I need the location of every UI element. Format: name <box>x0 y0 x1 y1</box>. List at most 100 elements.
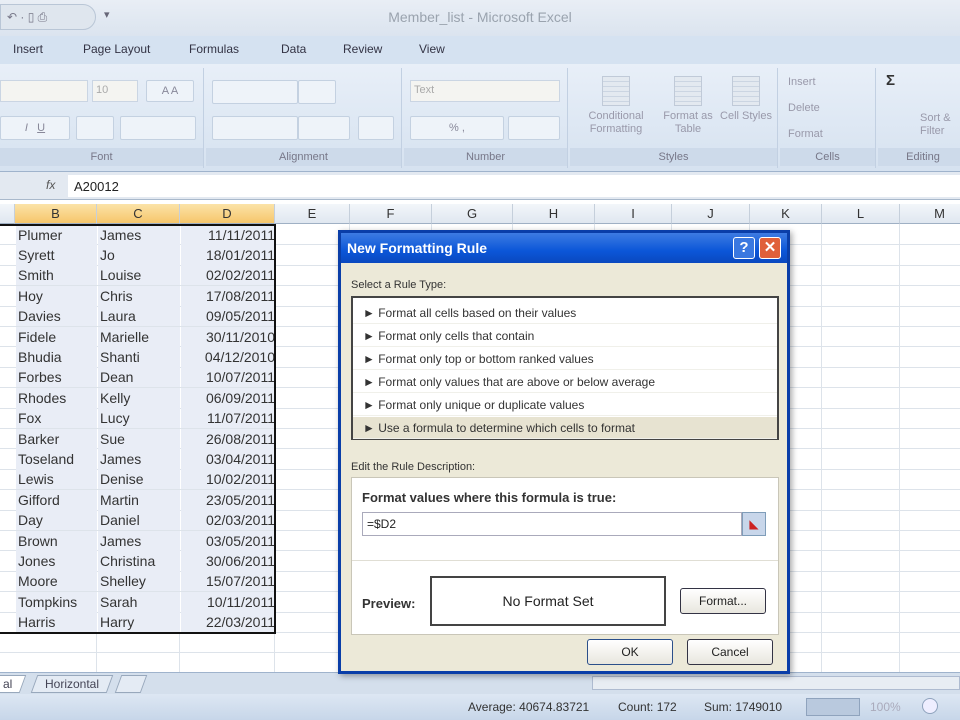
number-format-combo[interactable]: Text <box>410 80 560 102</box>
cell-D10[interactable]: 06/09/2011 <box>181 387 275 408</box>
currency-percent-comma-buttons[interactable]: % , <box>410 116 504 140</box>
cell-B11[interactable]: Fox <box>16 408 97 429</box>
cell-styles-button[interactable]: Cell Styles <box>720 76 772 123</box>
merge-button[interactable] <box>358 116 394 140</box>
column-header-L[interactable]: L <box>822 204 900 224</box>
sort-filter-button[interactable]: Sort & Filter <box>920 112 960 138</box>
cell-B21[interactable]: Harris <box>16 612 97 633</box>
column-header-C[interactable]: C <box>97 204 180 224</box>
cell-B13[interactable]: Toseland <box>16 448 97 469</box>
cell-B8[interactable]: Bhudia <box>16 346 97 367</box>
delete-cells-button[interactable]: Delete <box>788 102 820 115</box>
cell-B12[interactable]: Barker <box>16 428 97 449</box>
cell-D12[interactable]: 26/08/2011 <box>181 428 275 449</box>
sheet-tab-horizontal[interactable]: Horizontal <box>30 675 114 693</box>
rule-type-option[interactable]: ► Format only unique or duplicate values <box>353 394 777 416</box>
cell-D20[interactable]: 10/11/2011 <box>181 591 275 612</box>
zoom-out-icon[interactable] <box>922 698 938 714</box>
format-button[interactable]: Format... <box>680 588 766 614</box>
cell-C9[interactable]: Dean <box>98 367 180 388</box>
column-header-D[interactable]: D <box>180 204 275 224</box>
cell-C18[interactable]: Christina <box>98 550 180 571</box>
cell-C13[interactable]: James <box>98 448 180 469</box>
cell-D14[interactable]: 10/02/2011 <box>181 469 275 490</box>
cell-D3[interactable]: 18/01/2011 <box>181 244 275 265</box>
cell-B19[interactable]: Moore <box>16 571 97 592</box>
cell-D16[interactable]: 02/03/2011 <box>181 510 275 531</box>
column-header-H[interactable]: H <box>513 204 595 224</box>
tab-view[interactable]: View <box>419 42 445 56</box>
cell-C12[interactable]: Sue <box>98 428 180 449</box>
indent-buttons[interactable] <box>298 116 350 140</box>
rule-type-option[interactable]: ► Format all cells based on their values <box>353 302 777 324</box>
horizontal-align-buttons[interactable] <box>212 116 298 140</box>
cell-C7[interactable]: Marielle <box>98 326 180 347</box>
format-cells-button[interactable]: Format <box>788 128 823 141</box>
horizontal-scrollbar[interactable] <box>592 676 960 690</box>
cell-C15[interactable]: Martin <box>98 489 180 510</box>
orientation-button[interactable] <box>298 80 336 104</box>
rule-type-option[interactable]: ► Format only top or bottom ranked value… <box>353 348 777 370</box>
cell-C8[interactable]: Shanti <box>98 346 180 367</box>
italic-underline-buttons[interactable]: I U <box>0 116 70 140</box>
cell-D2[interactable]: 11/11/2011 <box>181 224 275 245</box>
cell-D18[interactable]: 30/06/2011 <box>181 550 275 571</box>
rule-type-option[interactable]: ► Format only cells that contain <box>353 325 777 347</box>
tab-review[interactable]: Review <box>343 42 382 56</box>
column-header-I[interactable]: I <box>595 204 672 224</box>
column-header-G[interactable]: G <box>432 204 513 224</box>
cell-C20[interactable]: Sarah <box>98 591 180 612</box>
format-as-table-button[interactable]: Format as Table <box>660 76 716 136</box>
cell-B9[interactable]: Forbes <box>16 367 97 388</box>
vertical-align-buttons[interactable] <box>212 80 298 104</box>
cell-B4[interactable]: Smith <box>16 265 97 286</box>
cell-D21[interactable]: 22/03/2011 <box>181 612 275 633</box>
column-header-M[interactable]: M <box>900 204 960 224</box>
font-name-combo[interactable] <box>0 80 88 102</box>
cell-C19[interactable]: Shelley <box>98 571 180 592</box>
cell-C3[interactable]: Jo <box>98 244 180 265</box>
tab-page-layout[interactable]: Page Layout <box>83 42 150 56</box>
tab-data[interactable]: Data <box>281 42 306 56</box>
cell-C2[interactable]: James <box>98 224 180 245</box>
decimal-buttons[interactable] <box>508 116 560 140</box>
cell-D5[interactable]: 17/08/2011 <box>181 285 275 306</box>
cell-D19[interactable]: 15/07/2011 <box>181 571 275 592</box>
cell-B10[interactable]: Rhodes <box>16 387 97 408</box>
view-buttons[interactable] <box>806 698 860 716</box>
cell-D8[interactable]: 04/12/2010 <box>181 346 275 367</box>
cell-B17[interactable]: Brown <box>16 530 97 551</box>
conditional-formatting-button[interactable]: Conditional Formatting <box>578 76 654 136</box>
insert-cells-button[interactable]: Insert <box>788 76 816 89</box>
tab-insert[interactable]: Insert <box>13 42 43 56</box>
close-button[interactable]: ✕ <box>759 237 781 259</box>
cell-B5[interactable]: Hoy <box>16 285 97 306</box>
help-button[interactable]: ? <box>733 237 755 259</box>
rule-type-option[interactable]: ► Format only values that are above or b… <box>353 371 777 393</box>
cell-D6[interactable]: 09/05/2011 <box>181 306 275 327</box>
cell-B18[interactable]: Jones <box>16 550 97 571</box>
column-header-F[interactable]: F <box>350 204 432 224</box>
font-size-combo[interactable]: 10 <box>92 80 138 102</box>
cell-B16[interactable]: Day <box>16 510 97 531</box>
cell-D15[interactable]: 23/05/2011 <box>181 489 275 510</box>
tab-formulas[interactable]: Formulas <box>189 42 239 56</box>
cell-C17[interactable]: James <box>98 530 180 551</box>
grow-shrink-font-button[interactable]: A A <box>146 80 194 102</box>
cell-C6[interactable]: Laura <box>98 306 180 327</box>
cell-D13[interactable]: 03/04/2011 <box>181 448 275 469</box>
formula-input[interactable]: A20012 <box>68 175 960 197</box>
cell-B20[interactable]: Tompkins <box>16 591 97 612</box>
autosum-icon[interactable]: Σ <box>886 73 895 88</box>
rule-type-option[interactable]: ► Use a formula to determine which cells… <box>353 417 777 439</box>
cell-B7[interactable]: Fidele <box>16 326 97 347</box>
cell-C4[interactable]: Louise <box>98 265 180 286</box>
cancel-button[interactable]: Cancel <box>687 639 773 665</box>
cell-D4[interactable]: 02/02/2011 <box>181 265 275 286</box>
insert-sheet-icon[interactable] <box>114 675 148 693</box>
cell-C5[interactable]: Chris <box>98 285 180 306</box>
cell-C11[interactable]: Lucy <box>98 408 180 429</box>
ok-button[interactable]: OK <box>587 639 673 665</box>
formula-input-field[interactable]: =$D2 <box>362 512 742 536</box>
cell-B6[interactable]: Davies <box>16 306 97 327</box>
